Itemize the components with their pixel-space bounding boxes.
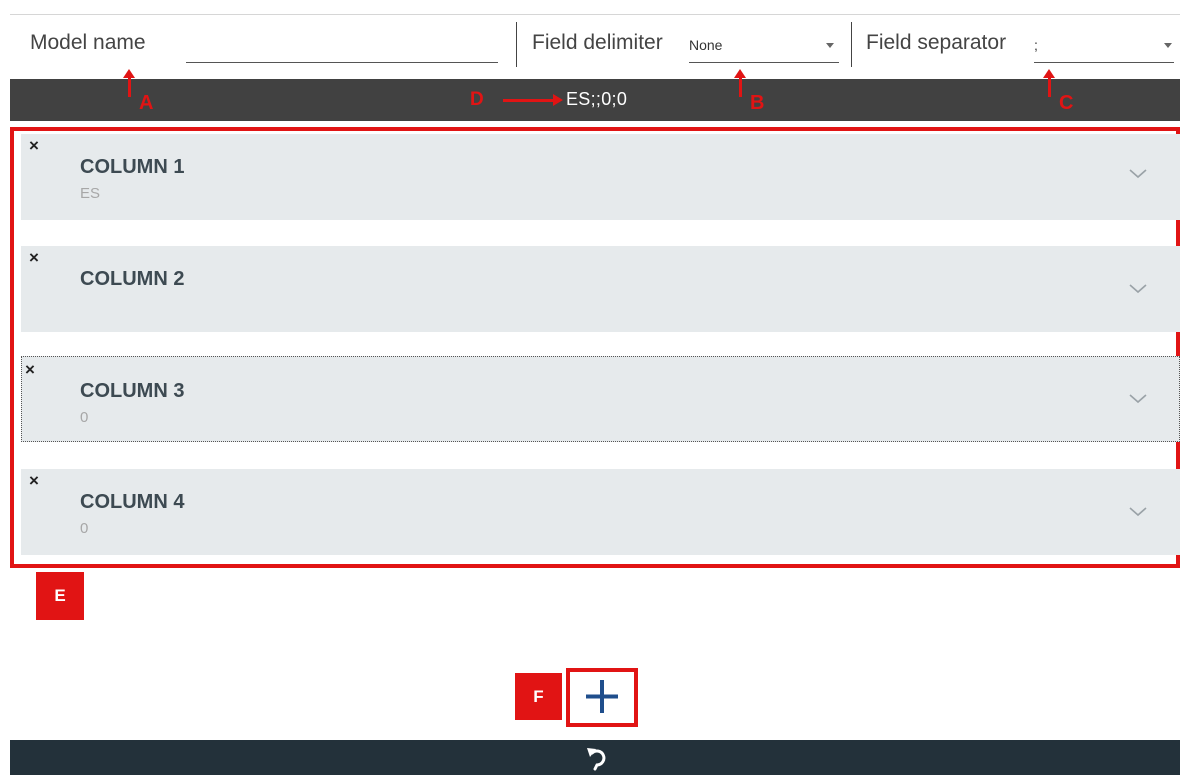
annotation-arrow-b — [734, 69, 746, 97]
chevron-down-icon[interactable] — [1127, 167, 1149, 181]
column-panel[interactable]: × COLUMN 2 — [21, 246, 1180, 332]
caret-down-icon — [1164, 43, 1172, 48]
column-title: COLUMN 2 — [80, 268, 185, 290]
preview-text: ES;;0;0 — [566, 89, 628, 109]
add-column-button[interactable] — [568, 668, 636, 725]
annotation-badge-f: F — [515, 673, 562, 720]
field-delimiter-label: Field delimiter — [532, 31, 663, 54]
field-separator-label: Field separator — [866, 31, 1007, 54]
model-name-label: Model name — [30, 31, 146, 54]
plus-icon — [586, 680, 618, 713]
chevron-down-icon[interactable] — [1127, 392, 1149, 406]
field-separator-underline — [1034, 62, 1174, 63]
field-separator-value: ; — [1034, 37, 1038, 53]
annotation-badge-e: E — [36, 572, 84, 620]
column-value: ES — [80, 185, 101, 202]
annotation-arrow-c — [1043, 69, 1055, 97]
column-value: 0 — [80, 409, 89, 426]
annotation-label-c: C — [1059, 92, 1074, 114]
close-icon[interactable]: × — [25, 360, 35, 380]
chevron-down-icon[interactable] — [1127, 505, 1149, 519]
close-icon[interactable]: × — [29, 248, 39, 268]
caret-down-icon — [826, 43, 834, 48]
field-separator-select[interactable]: ; — [1034, 30, 1174, 62]
toolbar-divider — [851, 22, 852, 67]
column-panel[interactable]: × COLUMN 3 0 — [21, 356, 1180, 442]
field-delimiter-select[interactable]: None — [689, 30, 839, 62]
column-value: 0 — [80, 520, 89, 537]
column-panel[interactable]: × COLUMN 4 0 — [21, 469, 1180, 555]
annotation-arrow-a — [123, 69, 135, 97]
column-title: COLUMN 3 — [80, 380, 185, 402]
undo-icon[interactable] — [585, 745, 609, 771]
model-name-input[interactable] — [186, 34, 498, 62]
annotation-label-b: B — [750, 92, 765, 114]
model-name-underline — [186, 62, 498, 63]
field-delimiter-underline — [689, 62, 839, 63]
chevron-down-icon[interactable] — [1127, 282, 1149, 296]
close-icon[interactable]: × — [29, 136, 39, 156]
column-panel[interactable]: × COLUMN 1 ES — [21, 134, 1180, 220]
field-delimiter-value: None — [689, 37, 723, 53]
toolbar-divider — [516, 22, 517, 67]
close-icon[interactable]: × — [29, 471, 39, 491]
annotation-label-d: D — [470, 89, 484, 110]
annotation-label-a: A — [139, 92, 154, 114]
column-title: COLUMN 4 — [80, 491, 185, 513]
column-title: COLUMN 1 — [80, 156, 185, 178]
annotation-arrow-d — [503, 94, 563, 106]
